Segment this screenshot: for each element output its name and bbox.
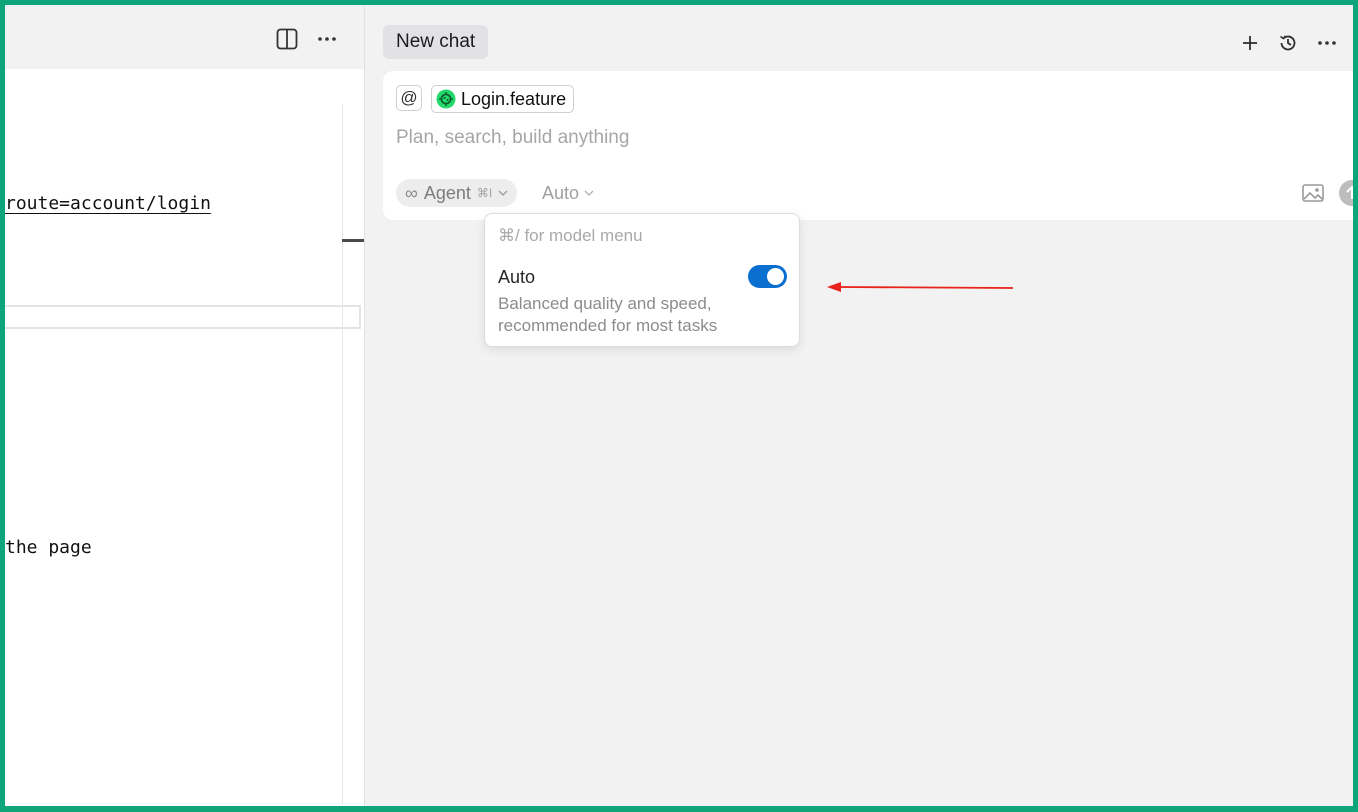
- model-menu-hint: ⌘/ for model menu: [498, 226, 643, 245]
- infinity-icon: ∞: [405, 182, 418, 203]
- image-icon[interactable]: [1302, 183, 1324, 203]
- send-icon: [1346, 185, 1353, 199]
- more-icon[interactable]: [315, 27, 339, 51]
- auto-option-description: Balanced quality and speed, recommended …: [498, 294, 718, 335]
- tab-title: New chat: [396, 31, 476, 52]
- editor-ruler-mark: [342, 239, 364, 242]
- context-file-chip[interactable]: Login.feature: [431, 85, 575, 113]
- at-icon: @: [400, 88, 418, 107]
- send-button[interactable]: [1339, 180, 1353, 206]
- split-view-icon[interactable]: [275, 27, 299, 51]
- app-window: route=account/login the page New chat @: [5, 5, 1353, 806]
- editor-input-box: [5, 305, 361, 329]
- toggle-knob: [767, 268, 784, 285]
- mode-label: Agent: [423, 182, 471, 203]
- more-icon[interactable]: [1315, 31, 1339, 55]
- file-chip-label: Login.feature: [461, 88, 567, 109]
- code-line-page: the page: [5, 537, 92, 558]
- mode-shortcut: ⌘I: [476, 186, 493, 200]
- tab-new-chat[interactable]: New chat: [383, 25, 489, 59]
- agent-mode-selector[interactable]: ∞ Agent ⌘I: [396, 179, 518, 207]
- model-selector[interactable]: Auto: [542, 179, 594, 207]
- chevron-down-icon: [584, 190, 594, 196]
- chevron-down-icon: [498, 190, 508, 196]
- chat-pane: New chat @ Login.feature Plan, search, b…: [365, 5, 1353, 806]
- plus-icon[interactable]: [1238, 31, 1262, 55]
- editor-ruler: [342, 104, 343, 804]
- editor-pane: route=account/login the page: [5, 5, 365, 806]
- annotation-arrow-icon: [827, 282, 1014, 292]
- auto-option-label: Auto: [498, 267, 536, 287]
- model-selector-value: Auto: [542, 182, 580, 203]
- code-editor[interactable]: route=account/login the page: [5, 69, 364, 806]
- auto-toggle[interactable]: [748, 265, 787, 288]
- model-menu: ⌘/ for model menu Auto Balanced quality …: [484, 213, 800, 347]
- chat-prompt-input[interactable]: [396, 123, 1256, 153]
- at-mention-button[interactable]: @: [396, 85, 422, 111]
- editor-toolbar: [5, 5, 364, 69]
- chat-composer: @ Login.feature ∞ Agent ⌘I: [383, 71, 1353, 220]
- cucumber-icon: [436, 89, 456, 109]
- code-line-route: route=account/login: [5, 193, 211, 214]
- history-icon[interactable]: [1276, 31, 1300, 55]
